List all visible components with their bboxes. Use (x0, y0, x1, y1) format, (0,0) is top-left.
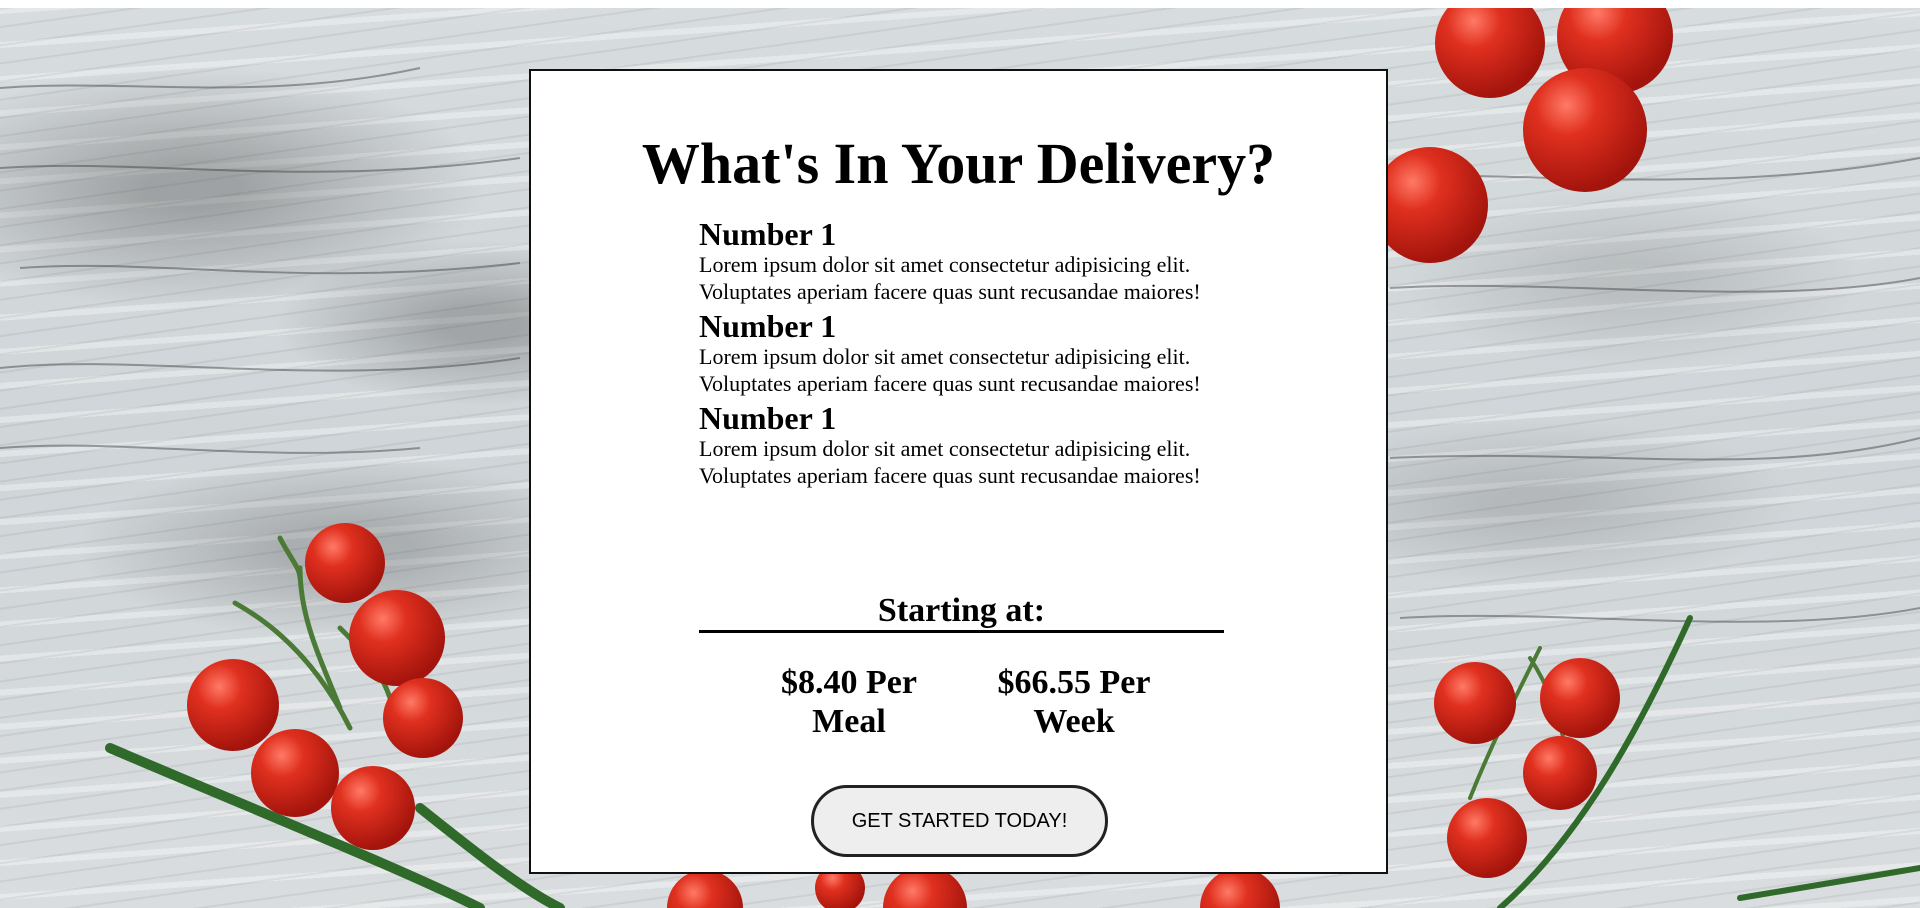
price-per-week: $66.55 Per Week (997, 664, 1151, 740)
item-description: Lorem ipsum dolor sit amet consectetur a… (699, 436, 1201, 488)
get-started-button[interactable]: GET STARTED TODAY! (811, 785, 1108, 857)
item-description: Lorem ipsum dolor sit amet consectetur a… (699, 252, 1201, 304)
item-description: Lorem ipsum dolor sit amet consectetur a… (699, 344, 1201, 396)
delivery-items-list: Number 1 Lorem ipsum dolor sit amet cons… (699, 217, 1219, 493)
list-item: Number 1 Lorem ipsum dolor sit amet cons… (699, 309, 1219, 397)
item-heading: Number 1 (699, 308, 837, 344)
card-title: What's In Your Delivery? (641, 131, 1276, 196)
page: What's In Your Delivery? Number 1 Lorem … (0, 0, 1920, 908)
starting-at-heading: Starting at: (699, 592, 1224, 633)
price-per-meal: $8.40 Per Meal (781, 664, 917, 740)
price-options: $8.40 Per Meal $66.55 Per Week (699, 663, 1224, 741)
list-item: Number 1 Lorem ipsum dolor sit amet cons… (699, 401, 1219, 489)
item-heading: Number 1 (699, 400, 837, 436)
list-item: Number 1 Lorem ipsum dolor sit amet cons… (699, 217, 1219, 305)
delivery-card: What's In Your Delivery? Number 1 Lorem … (529, 69, 1388, 874)
item-heading: Number 1 (699, 216, 837, 252)
